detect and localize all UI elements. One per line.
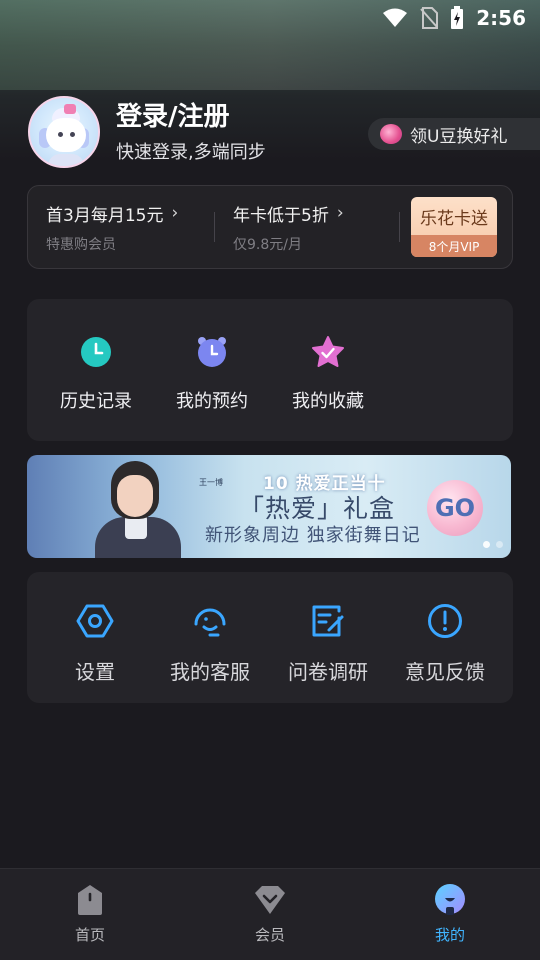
home-icon [78,885,102,915]
settings-button[interactable]: 设置 [35,602,155,685]
bottom-nav: 首页 会员 我的 [0,868,540,960]
feedback-label: 意见反馈 [405,660,485,684]
alarm-clock-icon [198,337,226,367]
reservations-button[interactable]: 我的预约 [162,335,262,413]
nav-vip-label: 会员 [254,926,285,944]
gem-icon [380,124,402,144]
no-sim-icon [420,7,439,29]
feedback-button[interactable]: 意见反馈 [385,602,505,685]
nav-profile-label: 我的 [434,926,465,944]
nav-home[interactable]: 首页 [40,883,140,945]
favorites-button[interactable]: 我的收藏 [278,335,378,413]
customer-service-icon [194,608,226,637]
vip-diamond-icon [255,886,285,914]
vip-offer-subtitle: 仅9.8元/月 [233,236,302,253]
banner-dot-active[interactable] [483,541,490,548]
lehua-card-subtitle: 8个月VIP [411,235,497,257]
customer-service-label: 我的客服 [170,660,250,684]
quick-actions-card: 历史记录 我的预约 我的收藏 [27,299,513,441]
promo-banner[interactable]: 王一博 10 热爱正当十 「热爱」礼盒 新形象周边 独家街舞日记 GO [27,455,511,558]
lehua-card-badge[interactable]: 乐花卡送 8个月VIP [411,197,497,257]
survey-button[interactable]: 问卷调研 [268,602,388,685]
chevron-right-icon: › [171,203,179,223]
vip-offer-title: 年卡低于5折 [233,205,329,226]
udou-rewards-button[interactable]: 领U豆换好礼 [368,118,540,150]
vip-offer-monthly[interactable]: 首3月每月15元 › 特惠购会员 [28,201,214,254]
vip-offer-strip: 首3月每月15元 › 特惠购会员 年卡低于5折 › 仅9.8元/月 乐花卡送 8个月… [27,185,513,269]
settings-hexagon-icon [76,604,114,638]
login-register-link[interactable]: 登录/注册 [116,100,266,134]
banner-dot[interactable] [496,541,503,548]
vip-offer-subtitle: 特惠购会员 [46,236,116,253]
survey-edit-icon [312,605,344,637]
survey-label: 问卷调研 [288,660,368,684]
status-bar: 2:56 [0,0,540,36]
status-time: 2:56 [476,6,526,30]
banner-headline: 「热爱」礼盒 [239,494,396,523]
banner-person-image [91,455,186,558]
settings-label: 设置 [75,660,115,684]
profile-icon [435,884,465,915]
udou-rewards-label: 领U豆换好礼 [410,126,508,147]
banner-pagination [483,541,503,548]
divider [399,212,400,242]
nav-vip[interactable]: 会员 [220,883,320,945]
star-icon [312,336,344,367]
battery-charging-icon [451,6,464,29]
profile-header[interactable]: 登录/注册 快速登录,多端同步 [28,96,266,168]
banner-name-tag: 王一博 [199,478,223,487]
banner-subline: 新形象周边 独家街舞日记 [205,525,421,546]
history-label: 历史记录 [60,391,132,412]
avatar[interactable] [28,96,100,168]
chevron-right-icon: › [336,203,344,223]
feedback-exclamation-icon [428,604,462,638]
lehua-card-title: 乐花卡送 [420,208,488,229]
wifi-icon [383,8,408,27]
nav-home-label: 首页 [74,926,105,944]
vip-offer-annual[interactable]: 年卡低于5折 › 仅9.8元/月 [215,201,399,254]
customer-service-button[interactable]: 我的客服 [150,602,270,685]
tools-card: 设置 我的客服 问卷调研 意见反馈 [27,572,513,703]
nav-profile[interactable]: 我的 [400,883,500,945]
history-button[interactable]: 历史记录 [46,335,146,413]
banner-go-button[interactable]: GO [427,480,483,536]
login-subtitle: 快速登录,多端同步 [116,142,266,163]
reservations-label: 我的预约 [176,391,248,412]
vip-offer-title: 首3月每月15元 [46,205,164,226]
favorites-label: 我的收藏 [292,391,364,412]
clock-icon [81,337,111,367]
